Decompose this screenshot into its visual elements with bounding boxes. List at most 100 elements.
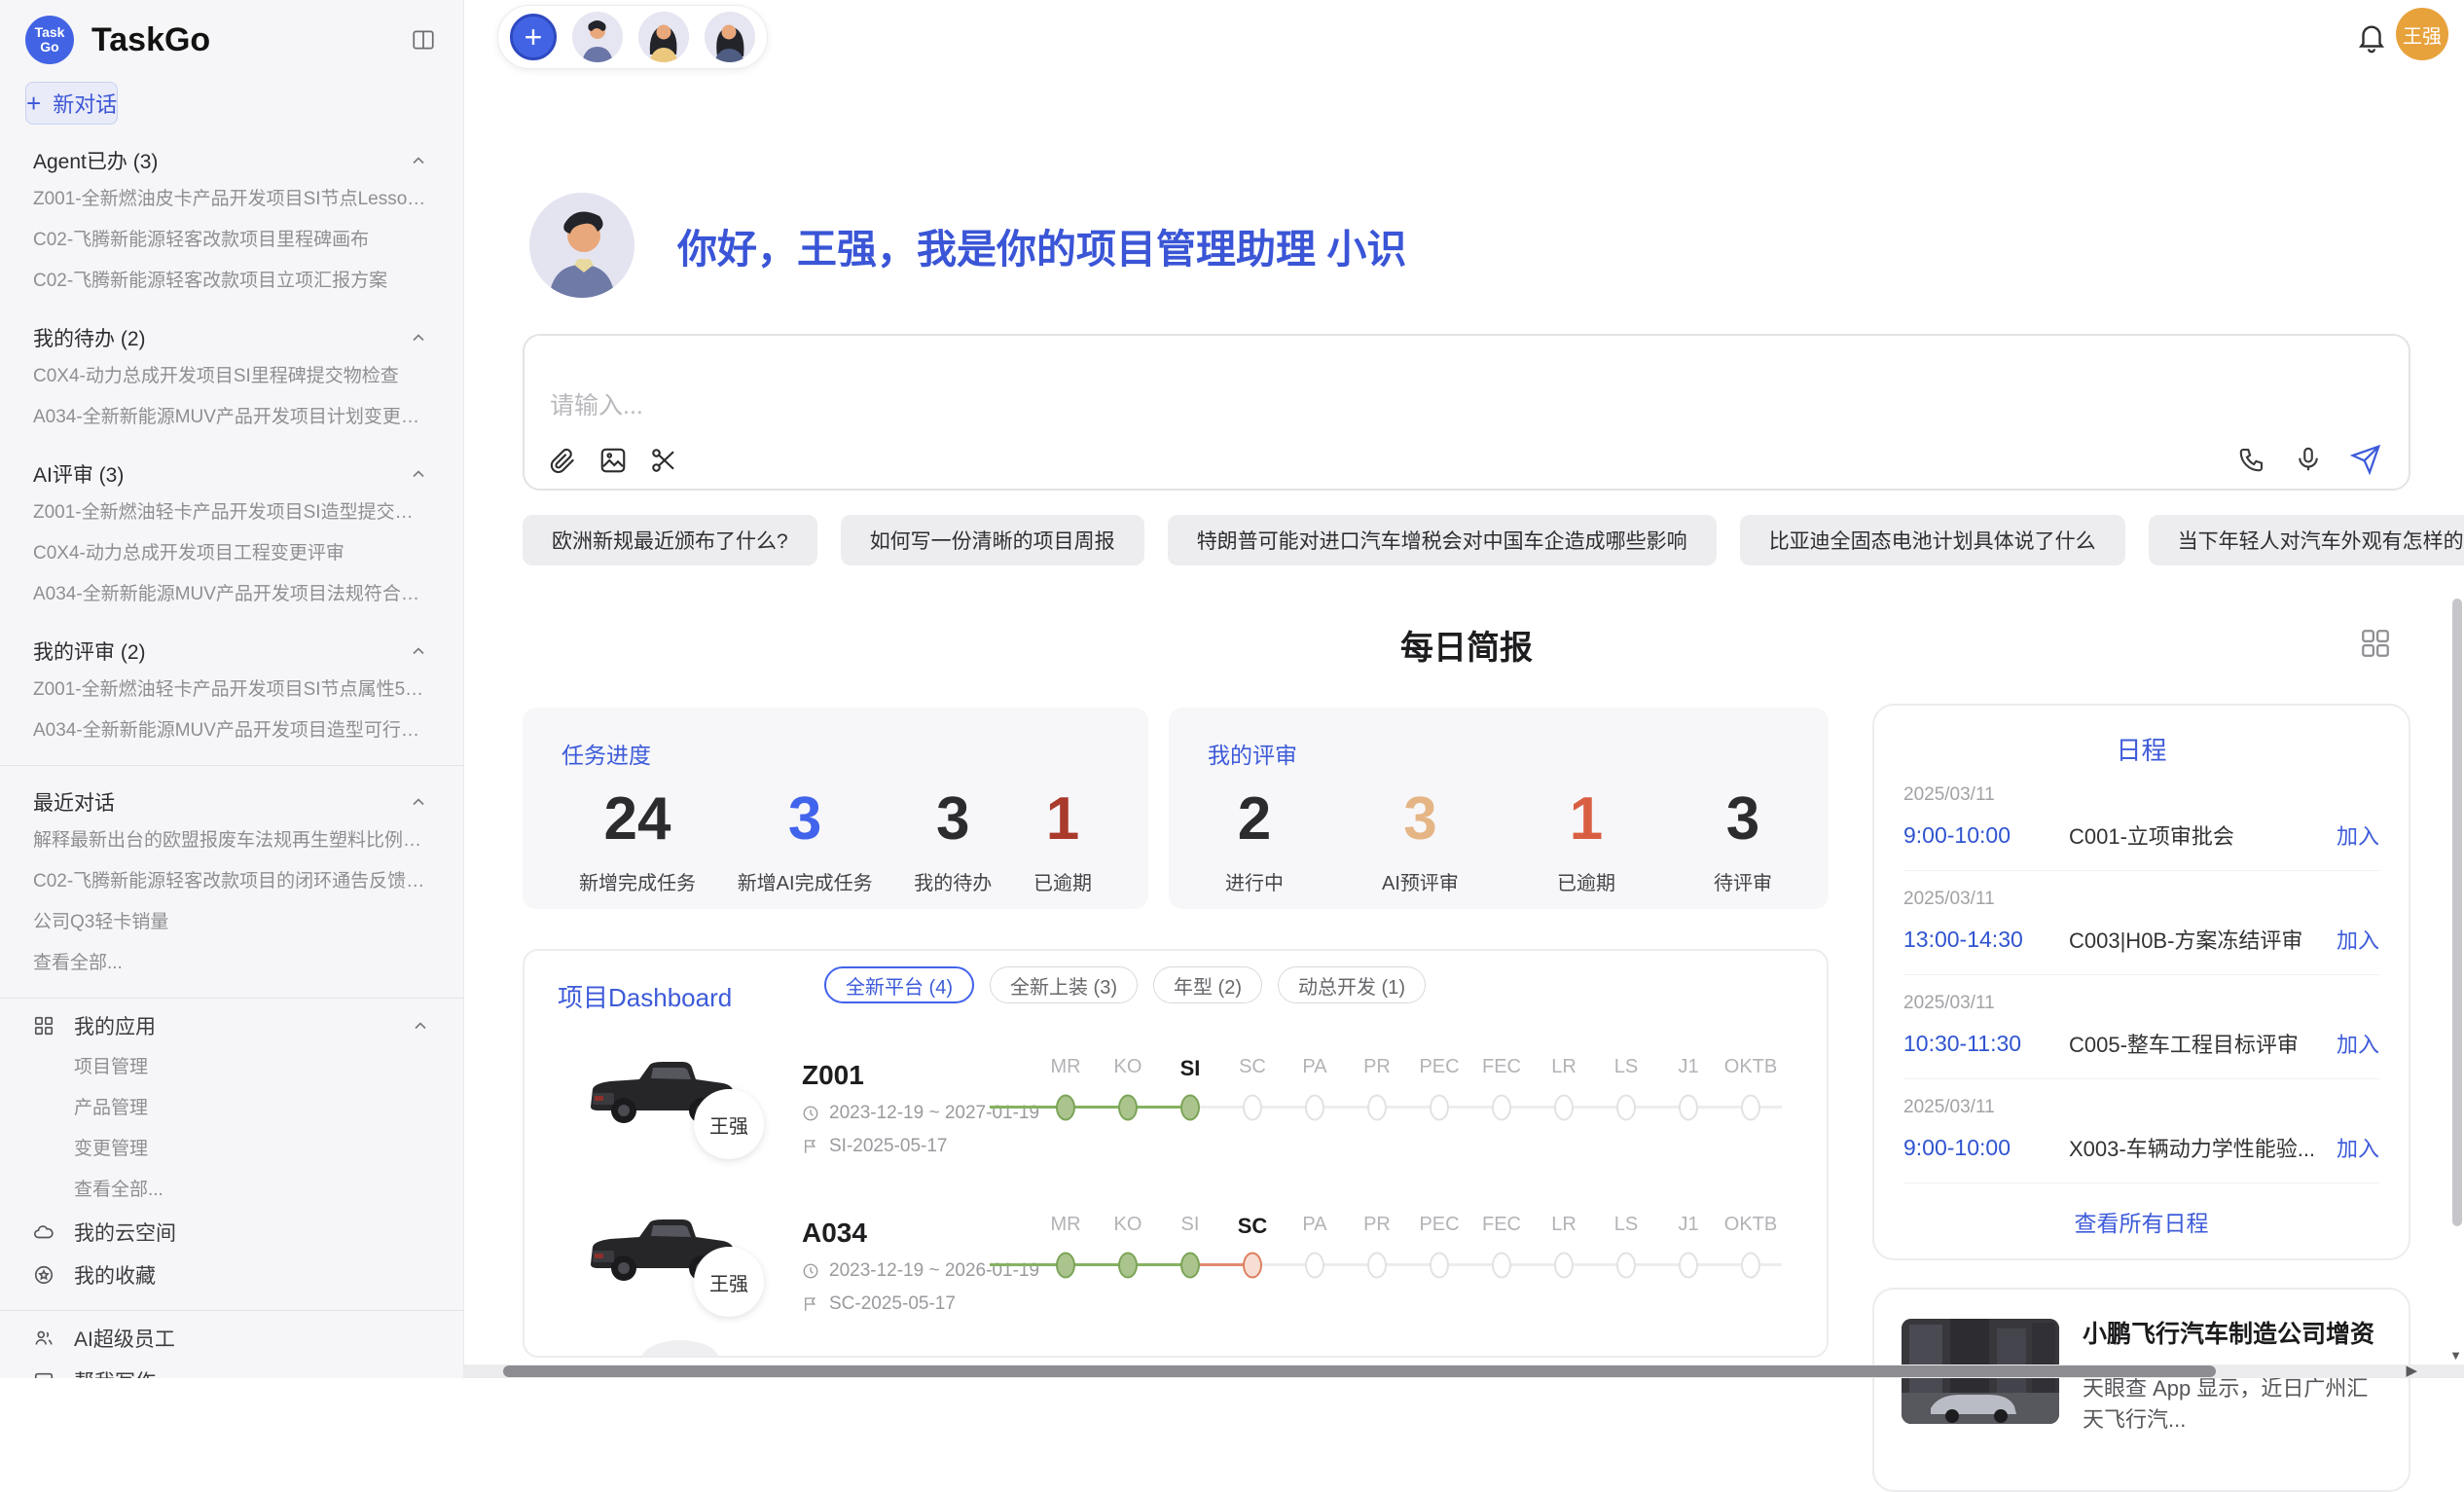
join-link[interactable]: 加入 <box>2337 1132 2379 1163</box>
milestone-dot-pending <box>1679 1253 1698 1279</box>
milestone-dot-pending <box>1554 1095 1574 1121</box>
view-all-schedule-link[interactable]: 查看所有日程 <box>1903 1205 2379 1238</box>
scroll-down-arrow[interactable]: ▼ <box>2449 1348 2462 1363</box>
milestone-dot-pending <box>1430 1253 1449 1279</box>
avatar[interactable] <box>705 12 755 62</box>
filter-chip-new-body[interactable]: 全新上装 (3) <box>990 966 1138 1003</box>
new-chat-button[interactable]: + 新对话 <box>25 82 118 125</box>
project-row-a034[interactable]: 王强 A034 2023-12-19 ~ 2026-01-19 SC-2025-… <box>525 1206 1827 1358</box>
suggestion-chips: 欧洲新规最近颁布了什么? 如何写一份清晰的项目周报 特朗普可能对进口汽车增税会对… <box>523 515 2410 565</box>
news-card[interactable]: 小鹏飞行汽车制造公司增资 天眼查 App 显示，近日广州汇天飞行汽... <box>1872 1288 2410 1492</box>
stat-value: 2 <box>1225 785 1284 854</box>
stat-label: 新增完成任务 <box>579 867 696 895</box>
scissors-icon[interactable] <box>649 446 678 475</box>
sidebar-collapse-icon[interactable] <box>411 27 436 53</box>
milestone-dot-pending <box>1741 1095 1760 1121</box>
sidebar-section-my-todo[interactable]: 我的待办 (2) <box>0 319 463 356</box>
join-link[interactable]: 加入 <box>2337 819 2379 851</box>
sidebar-item[interactable]: Z001-全新燃油皮卡产品开发项目SI节点Lesson Learn报告 <box>0 179 463 220</box>
milestone-dot-pending <box>1616 1253 1636 1279</box>
event-date: 2025/03/11 <box>1903 993 2379 1014</box>
sidebar-item[interactable]: 公司Q3轻卡销量 <box>0 902 463 943</box>
event-name: C001-立项审批会 <box>2069 819 2323 851</box>
horizontal-scrollbar-thumb[interactable] <box>503 1365 2216 1377</box>
sidebar-item[interactable]: A034-全新新能源MUV产品开发项目法规符合性评审 <box>0 574 463 615</box>
sidebar-item[interactable]: C0X4-动力总成开发项目工程变更评审 <box>0 533 463 574</box>
suggestion-chip[interactable]: 比亚迪全固态电池计划具体说了什么 <box>1740 515 2125 565</box>
sidebar-item[interactable]: C02-飞腾新能源轻客改款项目里程碑画布 <box>0 220 463 261</box>
stat-value: 3 <box>1382 785 1459 854</box>
milestone-dot-pending <box>1554 1253 1574 1279</box>
milestone-dot-done <box>1180 1095 1200 1121</box>
avatar[interactable] <box>572 12 623 62</box>
event-name: X003-车辆动力学性能验... <box>2069 1132 2323 1163</box>
chat-input-card <box>523 334 2410 491</box>
sidebar-item[interactable]: Z001-全新燃油轻卡产品开发项目SI造型提交物评审 <box>0 492 463 533</box>
sidebar-app-change-mgmt[interactable]: 变更管理 <box>0 1129 463 1170</box>
avatar[interactable] <box>638 12 689 62</box>
send-icon[interactable] <box>2350 444 2381 475</box>
view-all-apps[interactable]: 查看全部... <box>0 1170 463 1211</box>
suggestion-chip[interactable]: 当下年轻人对汽车外观有怎样的喜好趋势 <box>2149 515 2464 565</box>
chevron-up-icon <box>409 328 428 347</box>
suggestion-chip[interactable]: 欧洲新规最近颁布了什么? <box>523 515 817 565</box>
stat-label: 新增AI完成任务 <box>738 867 873 895</box>
sidebar-item[interactable]: C02-飞腾新能源轻客改款项目的闭环通告反馈情况 <box>0 861 463 902</box>
news-snippet: 天眼查 App 显示，近日广州汇天飞行汽... <box>2083 1371 2381 1434</box>
app-title: TaskGo <box>91 21 210 59</box>
event-time: 13:00-14:30 <box>1903 927 2069 953</box>
user-avatar[interactable]: 王强 <box>2396 8 2448 60</box>
star-badge-icon <box>33 1264 54 1286</box>
filter-chip-new-platform[interactable]: 全新平台 (4) <box>824 966 974 1003</box>
sidebar-item[interactable]: A034-全新新能源MUV产品开发项目计划变更表编写 <box>0 397 463 438</box>
sidebar-my-apps[interactable]: 我的应用 <box>0 1004 463 1047</box>
event-date: 2025/03/11 <box>1903 889 2379 910</box>
sidebar-section-recent[interactable]: 最近对话 <box>0 783 463 820</box>
phone-call-icon[interactable] <box>2237 445 2266 474</box>
my-review-card: 我的评审 2进行中 3AI预评审 1已逾期 3待评审 <box>1169 708 1829 909</box>
sidebar-app-product-mgmt[interactable]: 产品管理 <box>0 1088 463 1129</box>
milestone-dot-pending <box>1305 1095 1324 1121</box>
vertical-scrollbar-thumb[interactable] <box>2452 599 2462 1226</box>
attachment-icon[interactable] <box>548 446 577 475</box>
view-all-conversations[interactable]: 查看全部... <box>0 943 463 984</box>
dashboard-filters: 全新平台 (4) 全新上装 (3) 年型 (2) 动总开发 (1) <box>824 966 1426 1003</box>
sidebar-section-agent-done[interactable]: Agent已办 (3) <box>0 142 463 179</box>
milestone-dot-pending <box>1430 1095 1449 1121</box>
sidebar-item[interactable]: C02-飞腾新能源轻客改款项目立项汇报方案 <box>0 261 463 302</box>
filter-chip-powertrain[interactable]: 动总开发 (1) <box>1278 966 1426 1003</box>
sidebar-item[interactable]: 解释最新出台的欧盟报废车法规再生塑料比例被调至15%... <box>0 820 463 861</box>
sidebar-section-ai-review[interactable]: AI评审 (3) <box>0 455 463 492</box>
milestone-track <box>1034 1093 1782 1122</box>
milestone-dot-pending <box>1492 1253 1511 1279</box>
microphone-icon[interactable] <box>2294 445 2323 474</box>
add-button[interactable]: + <box>510 14 557 60</box>
suggestion-chip[interactable]: 如何写一份清晰的项目周报 <box>841 515 1144 565</box>
schedule-event: 2025/03/11 10:30-11:30 C005-整车工程目标评审 加入 <box>1903 975 2379 1079</box>
sidebar-item[interactable]: A034-全新新能源MUV产品开发项目造型可行性评审 <box>0 710 463 751</box>
join-link[interactable]: 加入 <box>2337 1028 2379 1059</box>
image-upload-icon[interactable] <box>598 446 628 475</box>
suggestion-chip[interactable]: 特朗普可能对进口汽车增税会对中国车企造成哪些影响 <box>1168 515 1717 565</box>
task-progress-card: 任务进度 24新增完成任务 3新增AI完成任务 3我的待办 1已逾期 <box>523 708 1148 909</box>
project-row-z001[interactable]: 王强 Z001 2023-12-19 ~ 2027-01-19 SI-2025-… <box>525 1048 1827 1214</box>
layout-grid-icon[interactable] <box>2359 627 2392 660</box>
join-link[interactable]: 加入 <box>2337 924 2379 955</box>
notification-bell-icon[interactable] <box>2355 21 2388 55</box>
grid-icon <box>33 1015 54 1037</box>
greeting-text: 你好，王强，我是你的项目管理助理 小识 <box>677 216 1406 274</box>
sidebar-section-my-review[interactable]: 我的评审 (2) <box>0 633 463 670</box>
filter-chip-year-model[interactable]: 年型 (2) <box>1153 966 1262 1003</box>
sidebar-item[interactable]: C0X4-动力总成开发项目SI里程碑提交物检查 <box>0 356 463 397</box>
scroll-right-arrow[interactable]: ▶ <box>2406 1365 2417 1378</box>
sidebar-help-me-write[interactable]: 帮我写作 <box>0 1360 463 1378</box>
sidebar-app-project-mgmt[interactable]: 项目管理 <box>0 1047 463 1088</box>
sidebar-item[interactable]: Z001-全新燃油轻卡产品开发项目SI节点属性5D文件评审 <box>0 670 463 710</box>
horizontal-scrollbar[interactable] <box>464 1365 2464 1378</box>
divider <box>0 765 463 766</box>
sidebar-ai-super-staff[interactable]: AI超级员工 <box>0 1317 463 1360</box>
chat-input[interactable] <box>550 392 1718 420</box>
people-icon <box>33 1328 54 1349</box>
sidebar-my-cloud[interactable]: 我的云空间 <box>0 1211 463 1254</box>
sidebar-my-favorites[interactable]: 我的收藏 <box>0 1254 463 1296</box>
